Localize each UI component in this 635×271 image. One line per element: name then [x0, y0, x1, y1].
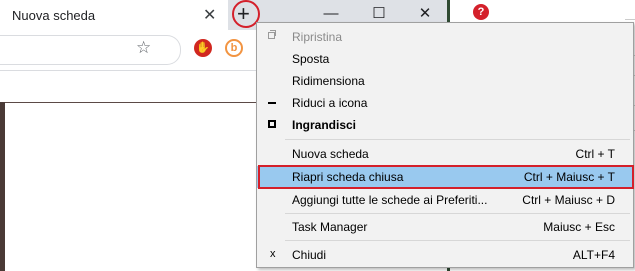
- menu-separator: [285, 213, 630, 214]
- tab-nuova-scheda[interactable]: Nuova scheda ✕: [0, 0, 228, 30]
- menu-item-shortcut: Maiusc + Esc: [543, 220, 615, 234]
- stop-hand-extension-icon[interactable]: ✋: [194, 39, 212, 57]
- menu-item-chiudi[interactable]: x Chiudi ALT+F4: [257, 244, 633, 266]
- menu-item-label: Aggiungi tutte le schede ai Preferiti...: [292, 193, 488, 207]
- bg-divider: [625, 19, 635, 20]
- restore-icon: [268, 32, 275, 39]
- menu-separator: [285, 139, 630, 140]
- menu-item-label: Sposta: [292, 52, 330, 66]
- menu-item-label: Riduci a icona: [292, 96, 368, 110]
- menu-item-ripristina[interactable]: Ripristina: [257, 26, 633, 48]
- menu-item-nuova-scheda[interactable]: Nuova scheda Ctrl + T: [257, 143, 633, 165]
- minimize-icon: [268, 102, 276, 104]
- menu-item-sposta[interactable]: Sposta: [257, 48, 633, 70]
- red-marker-icon: ?: [473, 4, 489, 20]
- maximize-icon: [268, 120, 276, 128]
- menu-item-task-manager[interactable]: Task Manager Maiusc + Esc: [257, 216, 633, 238]
- menu-item-label: Ridimensiona: [292, 74, 365, 88]
- menu-item-label: Task Manager: [292, 220, 368, 234]
- menu-item-shortcut: Ctrl + T: [575, 147, 615, 161]
- content-divider: [0, 102, 260, 103]
- menu-item-label: Ripristina: [292, 30, 343, 44]
- menu-item-ridimensiona[interactable]: Ridimensiona: [257, 70, 633, 92]
- menu-item-aggiungi-preferiti[interactable]: Aggiungi tutte le schede ai Preferiti...…: [257, 189, 633, 211]
- page-content-edge: [0, 102, 5, 271]
- menu-item-label: Chiudi: [292, 248, 327, 262]
- window-system-menu: Ripristina Sposta Ridimensiona Riduci a …: [256, 22, 634, 268]
- menu-item-ingrandisci[interactable]: Ingrandisci: [257, 114, 633, 136]
- star-icon[interactable]: ☆: [136, 38, 151, 58]
- menu-item-label: Nuova scheda: [292, 147, 369, 161]
- menu-separator: [285, 240, 630, 241]
- close-icon: x: [270, 248, 276, 260]
- menu-item-shortcut: Ctrl + Maiusc + D: [522, 193, 615, 207]
- annotation-highlight-box: [258, 165, 634, 189]
- tab-close-icon[interactable]: ✕: [203, 5, 216, 25]
- tab-title: Nuova scheda: [12, 8, 96, 23]
- address-bar[interactable]: ☆: [0, 35, 181, 65]
- menu-item-shortcut: ALT+F4: [572, 248, 615, 262]
- menu-item-riduci-a-icona[interactable]: Riduci a icona: [257, 92, 633, 114]
- b-extension-icon[interactable]: b: [225, 39, 243, 57]
- menu-item-label: Ingrandisci: [292, 118, 357, 132]
